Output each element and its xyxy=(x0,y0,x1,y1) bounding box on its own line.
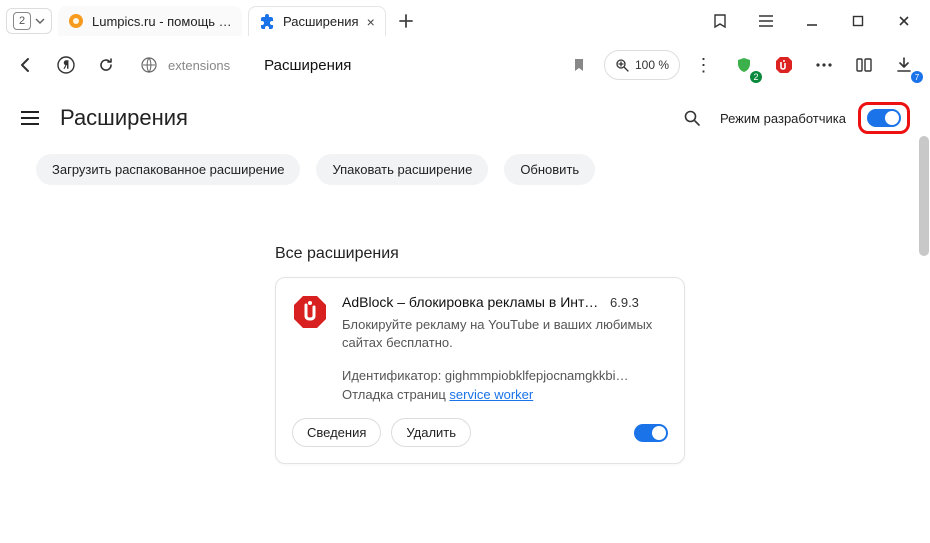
extension-puzzle-icon xyxy=(259,14,275,30)
developer-actions-row: Загрузить распакованное расширение Упако… xyxy=(20,144,910,201)
extension-card: AdBlock – блокировка рекламы в Интер… 6.… xyxy=(275,277,685,464)
zoom-indicator[interactable]: 100 % xyxy=(604,50,680,80)
protect-extension-icon[interactable]: 2 xyxy=(728,49,760,81)
page-header: Расширения Режим разработчика xyxy=(20,92,910,144)
sidebar-toggle-icon[interactable] xyxy=(848,49,880,81)
tab-lumpics[interactable]: Lumpics.ru - помощь с ком xyxy=(58,6,242,36)
close-tab-icon[interactable]: × xyxy=(367,14,375,30)
tab-extensions[interactable]: Расширения × xyxy=(248,6,386,36)
vertical-scrollbar-thumb[interactable] xyxy=(919,136,929,256)
extension-version: 6.9.3 xyxy=(610,295,639,310)
developer-mode-label: Режим разработчика xyxy=(720,111,846,126)
highlight-ring xyxy=(858,102,910,134)
bookmark-icon[interactable] xyxy=(572,58,586,72)
update-extensions-button[interactable]: Обновить xyxy=(504,154,595,185)
reload-button[interactable] xyxy=(90,49,122,81)
site-identity-icon[interactable] xyxy=(140,56,158,74)
tab-counter[interactable]: 2 xyxy=(6,8,52,34)
extensions-page: Расширения Режим разработчика Загрузить … xyxy=(0,92,930,543)
extension-id: Идентификатор: gighmmpiobklfepjocnamgkkb… xyxy=(342,368,668,383)
pack-extension-button[interactable]: Упаковать расширение xyxy=(316,154,488,185)
all-extensions-heading: Все расширения xyxy=(275,245,910,263)
overflow-icon[interactable] xyxy=(808,49,840,81)
service-worker-link[interactable]: service worker xyxy=(449,387,533,402)
tab-label: Расширения xyxy=(283,14,359,29)
new-tab-button[interactable] xyxy=(392,7,420,35)
zoom-lens-icon xyxy=(615,58,629,72)
extension-debug-label: Отладка страниц xyxy=(342,387,446,402)
lumpics-favicon xyxy=(68,13,84,29)
adblock-extension-icon[interactable] xyxy=(768,49,800,81)
window-minimize-button[interactable] xyxy=(792,6,832,36)
load-unpacked-button[interactable]: Загрузить распакованное расширение xyxy=(36,154,300,185)
address-title: Расширения xyxy=(264,57,351,74)
zoom-label: 100 % xyxy=(635,58,669,72)
address-bar[interactable]: extensions Расширения xyxy=(130,47,596,83)
yandex-logo-icon[interactable] xyxy=(50,49,82,81)
developer-mode-toggle[interactable] xyxy=(867,109,901,127)
tab-count-badge: 2 xyxy=(13,12,31,30)
collections-icon[interactable] xyxy=(700,6,740,36)
browser-menu-icon[interactable] xyxy=(746,6,786,36)
protect-badge: 2 xyxy=(750,71,762,83)
tab-label: Lumpics.ru - помощь с ком xyxy=(92,14,232,29)
search-extensions-icon[interactable] xyxy=(676,102,708,134)
page-title: Расширения xyxy=(60,105,660,131)
window-titlebar: 2 Lumpics.ru - помощь с ком Расширения × xyxy=(0,0,930,38)
downloads-icon[interactable]: 7 xyxy=(888,49,920,81)
back-button[interactable] xyxy=(10,49,42,81)
extension-description: Блокируйте рекламу на YouTube и ваших лю… xyxy=(342,316,668,352)
extension-debug-row: Отладка страниц service worker xyxy=(342,387,668,402)
more-actions-button[interactable]: ⋮ xyxy=(688,49,720,81)
adblock-icon xyxy=(292,294,328,330)
downloads-badge: 7 xyxy=(911,71,923,83)
window-close-button[interactable] xyxy=(884,6,924,36)
window-maximize-button[interactable] xyxy=(838,6,878,36)
extension-remove-button[interactable]: Удалить xyxy=(391,418,471,447)
hamburger-menu-icon[interactable] xyxy=(20,110,44,126)
chevron-down-icon xyxy=(35,16,45,26)
extension-details-button[interactable]: Сведения xyxy=(292,418,381,447)
browser-toolbar: extensions Расширения 100 % ⋮ 2 7 xyxy=(0,38,930,92)
extension-title: AdBlock – блокировка рекламы в Интер… xyxy=(342,294,602,310)
extension-enable-toggle[interactable] xyxy=(634,424,668,442)
address-host: extensions xyxy=(168,58,230,73)
